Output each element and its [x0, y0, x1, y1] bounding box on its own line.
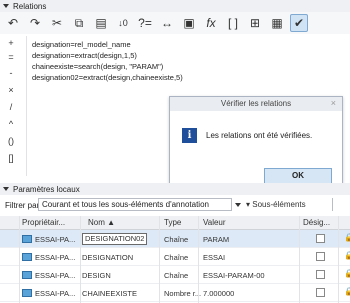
check-icon[interactable]: ✔	[290, 14, 308, 32]
info-icon: i	[182, 128, 197, 143]
cell-owner: ESSAI-PA...	[35, 235, 76, 244]
cell-name[interactable]: CHAINEEXISTE	[82, 289, 137, 298]
sort-icon[interactable]: ↓0	[114, 14, 132, 32]
minus-operator[interactable]: -	[4, 68, 18, 78]
cell-value[interactable]: ESSAI-PARAM-00	[203, 271, 265, 280]
table-row[interactable]: ESSAI-PA... DESIGNATION02 Chaîne PARAM 🔒	[0, 230, 350, 248]
multiply-operator[interactable]: ×	[4, 85, 18, 95]
cell-type: Chaîne	[164, 253, 189, 262]
cell-type: Chaîne	[164, 271, 189, 280]
table-row[interactable]: ESSAI-PA... DESIGNATION Chaîne ESSAI 🔒	[0, 248, 350, 266]
cell-name[interactable]: DESIGNATION02	[82, 233, 148, 245]
cell-value[interactable]: 7.000000	[203, 289, 234, 298]
parentheses-operator[interactable]: ()	[4, 136, 18, 146]
copy-icon[interactable]: ⧉	[70, 14, 88, 32]
params-title: Paramètres locaux	[13, 184, 80, 194]
relation-line: designation02=extract(design,chaineexist…	[32, 73, 183, 82]
operator-column: + = - × / ^ () []	[0, 34, 26, 174]
column-divider	[338, 216, 339, 303]
relation-line: designation=extract(design,1,5)	[32, 51, 137, 60]
col-type[interactable]: Type	[164, 218, 181, 227]
undo-icon[interactable]: ↶	[4, 14, 22, 32]
cell-type: Chaîne	[164, 235, 189, 244]
lock-icon: 🔒	[344, 269, 350, 278]
search-icon[interactable]: ▣	[180, 14, 198, 32]
lock-icon: 🔒	[344, 287, 350, 296]
question-icon[interactable]: ?=	[136, 14, 154, 32]
dialog-title: Vérifier les relations	[220, 99, 292, 108]
paste-icon[interactable]: ▤	[92, 14, 110, 32]
grid-icon[interactable]: ⊞	[246, 14, 264, 32]
cell-owner: ESSAI-PA...	[35, 289, 76, 298]
relations-title: Relations	[13, 1, 47, 11]
col-designation[interactable]: Désig...	[303, 218, 330, 227]
lock-icon: 🔒	[344, 251, 350, 260]
column-divider	[159, 216, 160, 303]
filter-label: Filtrer par	[5, 200, 40, 210]
verify-icon[interactable]: ▦	[268, 14, 286, 32]
plus-operator[interactable]: +	[4, 38, 18, 48]
cell-owner: ESSAI-PA...	[35, 271, 76, 280]
designation-checkbox[interactable]	[316, 288, 325, 297]
column-divider	[19, 216, 20, 303]
cell-name[interactable]: DESIGNATION	[82, 253, 133, 262]
table-row[interactable]: ESSAI-PA... CHAINEEXISTE Nombre r... 7.0…	[0, 284, 350, 302]
power-operator[interactable]: ^	[4, 119, 18, 129]
divide-operator[interactable]: /	[4, 102, 18, 112]
designation-checkbox[interactable]	[316, 234, 325, 243]
cell-value[interactable]: PARAM	[203, 235, 229, 244]
dialog-titlebar: Vérifier les relations ×	[170, 97, 342, 111]
ok-button[interactable]: OK	[264, 168, 332, 184]
cell-value[interactable]: ESSAI	[203, 253, 225, 262]
relations-header[interactable]: Relations	[0, 0, 350, 12]
sub-elements-toggle[interactable]: ▾ Sous-éléments	[246, 198, 306, 211]
designation-checkbox[interactable]	[316, 270, 325, 279]
filter-extra	[332, 198, 350, 211]
col-name[interactable]: Nom ▲	[88, 218, 115, 227]
params-header[interactable]: Paramètres locaux	[0, 183, 350, 195]
cell-owner: ESSAI-PA...	[35, 253, 76, 262]
designation-checkbox[interactable]	[316, 252, 325, 261]
parameter-icon	[22, 253, 32, 261]
lock-icon: 🔒	[344, 233, 350, 242]
brackets-icon[interactable]: [ ]	[224, 14, 242, 32]
parameter-icon	[22, 289, 32, 297]
relation-line: chaineexiste=search(design, "PARAM")	[32, 62, 164, 71]
equals-operator[interactable]: =	[4, 52, 18, 62]
redo-icon[interactable]: ↷	[26, 14, 44, 32]
relations-toolbar: ↶ ↷ ✂ ⧉ ▤ ↓0 ?= ↔ ▣ fx [ ] ⊞ ▦ ✔	[0, 12, 350, 34]
column-divider	[198, 216, 199, 303]
collapse-icon[interactable]	[3, 4, 9, 8]
function-icon[interactable]: fx	[202, 14, 220, 32]
dialog-message: Les relations ont été vérifiées.	[206, 131, 313, 140]
parameter-icon	[22, 235, 32, 243]
table-row[interactable]: ESSAI-PA... DESIGN Chaîne ESSAI-PARAM-00…	[0, 266, 350, 284]
cut-icon[interactable]: ✂	[48, 14, 66, 32]
verify-dialog: Vérifier les relations × i Les relations…	[169, 96, 343, 188]
cell-type: Nombre r...	[164, 289, 202, 298]
parameter-icon	[22, 271, 32, 279]
table-header: Propriétair... Nom ▲ Type Valeur Désig..…	[0, 216, 350, 230]
close-icon[interactable]: ×	[331, 98, 336, 108]
cell-name[interactable]: DESIGN	[82, 271, 111, 280]
relation-line: designation=rel_model_name	[32, 40, 131, 49]
col-owner[interactable]: Propriétair...	[22, 218, 65, 227]
sub-elements-label: Sous-éléments	[252, 200, 306, 209]
filter-select[interactable]: Courant et tous les sous-éléments d'anno…	[38, 198, 232, 211]
collapse-icon[interactable]	[3, 187, 9, 191]
params-table: Propriétair... Nom ▲ Type Valeur Désig..…	[0, 216, 350, 303]
width-icon[interactable]: ↔	[158, 14, 176, 32]
column-divider	[80, 216, 81, 303]
chevron-down-icon[interactable]	[235, 203, 241, 207]
col-value[interactable]: Valeur	[203, 218, 226, 227]
filter-bar: Filtrer par Courant et tous les sous-élé…	[0, 197, 350, 213]
column-divider	[299, 216, 300, 303]
brackets-operator[interactable]: []	[4, 153, 18, 163]
